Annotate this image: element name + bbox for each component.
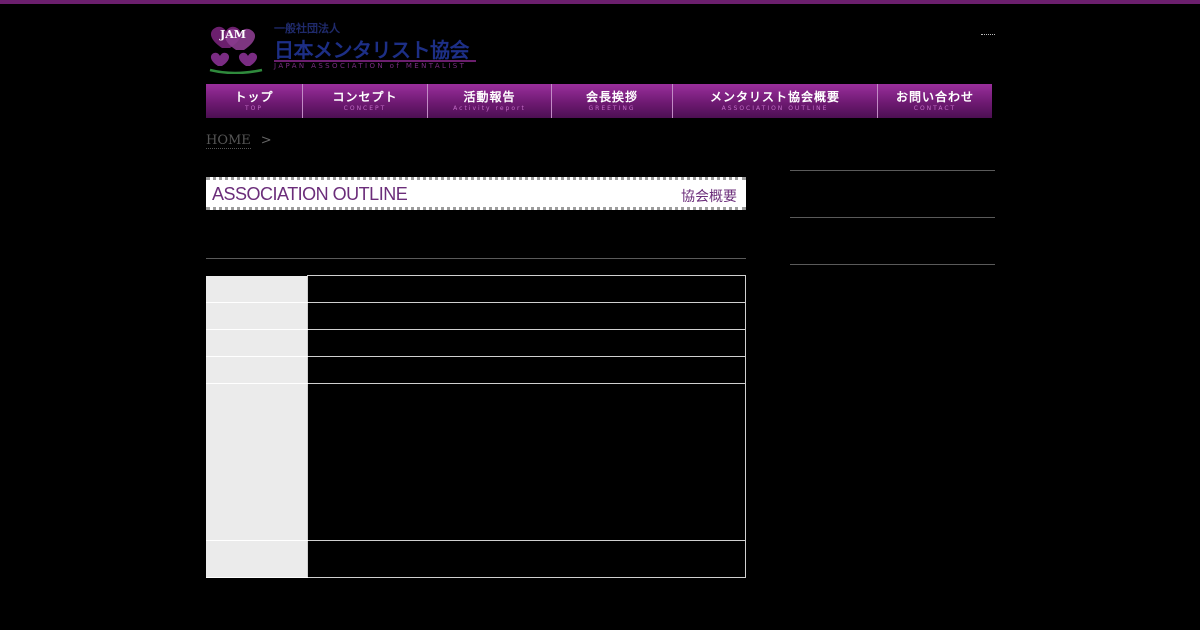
- nav-item-sublabel: ASSOCIATION OUTLINE: [721, 105, 829, 112]
- sidebar-divider: [790, 264, 995, 265]
- table-row: [206, 540, 746, 578]
- nav-item-sublabel: Activity report: [453, 105, 526, 112]
- section-title-jp: 協会概要: [681, 189, 737, 205]
- nav-item-sublabel: GREETING: [588, 105, 636, 112]
- nav-item-label: コンセプト: [332, 90, 398, 104]
- sidebar: [790, 170, 995, 265]
- table-row: [206, 383, 746, 541]
- table-row-label: [206, 275, 308, 303]
- nav-item-concept[interactable]: コンセプト CONCEPT: [303, 84, 428, 118]
- table-row-label: [206, 329, 308, 357]
- table-row-label: [206, 302, 308, 330]
- breadcrumb-separator: >: [260, 133, 272, 148]
- nav-item-label: 活動報告: [463, 90, 516, 104]
- header-link[interactable]: [981, 28, 995, 35]
- sidebar-divider: [790, 217, 995, 264]
- nav-item-contact[interactable]: お問い合わせ CONTACT: [878, 84, 992, 118]
- breadcrumb-home-link[interactable]: HOME: [206, 133, 251, 149]
- nav-item-sublabel: CONCEPT: [343, 105, 387, 112]
- nav-item-top[interactable]: トップ TOP: [206, 84, 303, 118]
- page: JAM 一般社団法人 日本メンタリスト協会 JAPAN ASSOCIATION …: [0, 0, 1200, 630]
- table-row: [206, 275, 746, 303]
- table-row-label: [206, 383, 308, 541]
- nav-item-association-outline[interactable]: メンタリスト協会概要 ASSOCIATION OUTLINE: [673, 84, 878, 118]
- nav-item-label: トップ: [234, 90, 274, 104]
- table-row-value: [307, 383, 746, 541]
- table-row-value: [307, 540, 746, 578]
- nav-item-label: お問い合わせ: [895, 90, 974, 104]
- table-row: [206, 302, 746, 330]
- table-row-label: [206, 540, 308, 578]
- table-row-value: [307, 329, 746, 357]
- sidebar-divider: [790, 170, 995, 217]
- logo-name-en: JAPAN ASSOCIATION of MENTALIST: [274, 62, 467, 70]
- nav-item-sublabel: CONTACT: [913, 105, 957, 112]
- nav-item-greeting[interactable]: 会長挨拶 GREETING: [552, 84, 673, 118]
- nav-item-label: メンタリスト協会概要: [709, 90, 840, 104]
- logo-name-jp: 日本メンタリスト協会: [274, 38, 470, 62]
- logo-badge-text: JAM: [220, 28, 246, 41]
- breadcrumb: HOME >: [206, 133, 272, 149]
- section-title-en: ASSOCIATION OUTLINE: [212, 184, 408, 204]
- table-row-value: [307, 302, 746, 330]
- section-title-banner: ASSOCIATION OUTLINE 協会概要: [206, 177, 746, 210]
- site-logo[interactable]: JAM 一般社団法人 日本メンタリスト協会 JAPAN ASSOCIATION …: [206, 18, 481, 74]
- nav-item-activity-report[interactable]: 活動報告 Activity report: [428, 84, 552, 118]
- table-row: [206, 356, 746, 384]
- table-row-label: [206, 356, 308, 384]
- content-divider: [206, 258, 746, 259]
- nav-item-label: 会長挨拶: [585, 90, 638, 104]
- association-outline-table: [206, 275, 746, 578]
- table-row-value: [307, 356, 746, 384]
- nav-item-sublabel: TOP: [244, 105, 263, 112]
- table-row-value: [307, 275, 746, 303]
- main-nav: トップ TOP コンセプト CONCEPT 活動報告 Activity repo…: [206, 84, 992, 118]
- table-row: [206, 329, 746, 357]
